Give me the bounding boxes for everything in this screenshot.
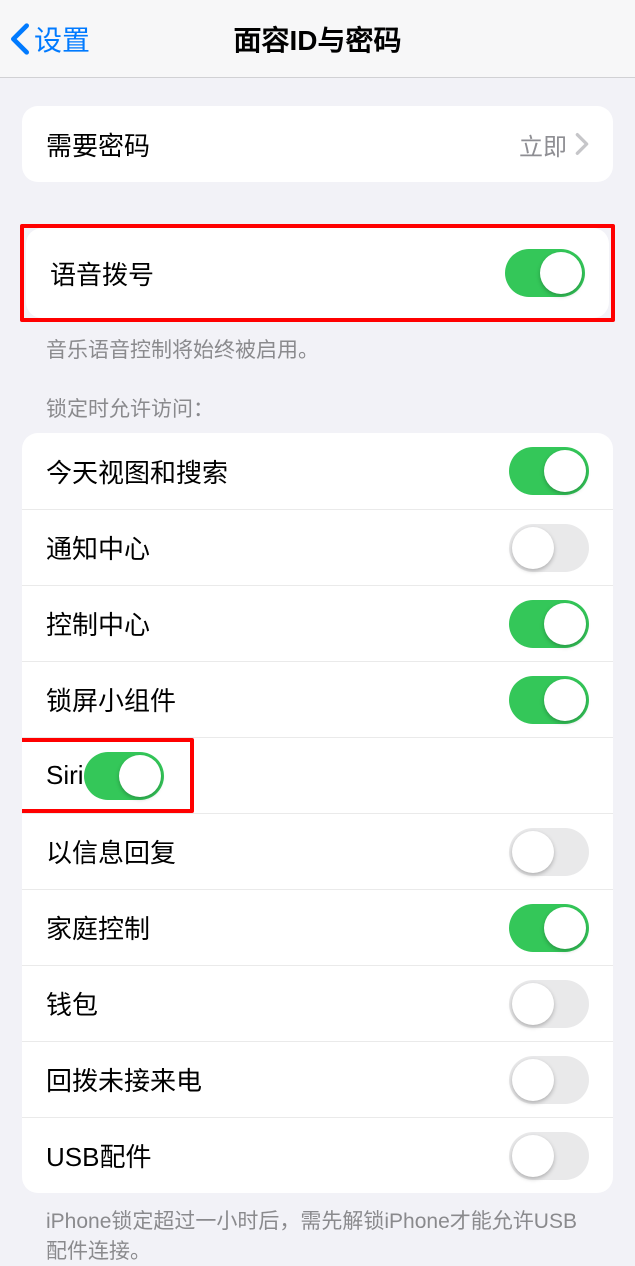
chevron-right-icon: [575, 132, 589, 156]
lock-row: USB配件: [22, 1117, 613, 1193]
lock-row: 回拨未接来电: [22, 1041, 613, 1117]
lock-row: 钱包: [22, 965, 613, 1041]
voice-dial-row: 语音拨号: [26, 228, 609, 318]
row-label: USB配件: [46, 1137, 509, 1174]
row-switch[interactable]: [509, 676, 589, 724]
lock-row: Siri: [22, 737, 613, 813]
row-label: 今天视图和搜索: [46, 453, 509, 490]
row-value: 立即: [519, 127, 567, 162]
row-switch[interactable]: [509, 1056, 589, 1104]
back-button[interactable]: 设置: [10, 0, 90, 77]
voice-dial-switch[interactable]: [505, 249, 585, 297]
row-label: 家庭控制: [46, 909, 509, 946]
row-label: 回拨未接来电: [46, 1061, 509, 1098]
row-label: 锁屏小组件: [46, 681, 509, 718]
back-label: 设置: [34, 19, 90, 59]
voice-dial-highlight: 语音拨号: [20, 224, 615, 322]
voice-dial-group: 语音拨号: [26, 228, 609, 318]
row-label: 语音拨号: [50, 255, 505, 292]
lock-access-group: 今天视图和搜索通知中心控制中心锁屏小组件 Siri 以信息回复家庭控制钱包回拨未接来…: [22, 433, 613, 1193]
row-switch[interactable]: [509, 980, 589, 1028]
row-switch[interactable]: [509, 447, 589, 495]
lock-row: 家庭控制: [22, 889, 613, 965]
lock-row: 今天视图和搜索: [22, 433, 613, 509]
lock-access-footer: iPhone锁定超过一小时后，需先解锁iPhone才能允许USB配件连接。: [46, 1207, 595, 1266]
require-passcode-group: 需要密码 立即: [22, 106, 613, 182]
row-label: 需要密码: [46, 126, 519, 163]
navigation-bar: 设置 面容ID与密码: [0, 0, 635, 78]
row-label: 通知中心: [46, 529, 509, 566]
row-switch[interactable]: [509, 904, 589, 952]
lock-row: 锁屏小组件: [22, 661, 613, 737]
lock-row: 以信息回复: [22, 813, 613, 889]
lock-access-header: 锁定时允许访问：: [46, 393, 595, 423]
chevron-left-icon: [10, 22, 30, 56]
siri-highlight: Siri: [22, 738, 194, 813]
page-title: 面容ID与密码: [233, 19, 401, 59]
row-switch[interactable]: [509, 1132, 589, 1180]
siri-switch[interactable]: [84, 752, 164, 800]
require-passcode-row[interactable]: 需要密码 立即: [22, 106, 613, 182]
row-switch[interactable]: [509, 828, 589, 876]
row-switch[interactable]: [509, 600, 589, 648]
lock-row: 控制中心: [22, 585, 613, 661]
row-switch[interactable]: [509, 524, 589, 572]
voice-dial-footer: 音乐语音控制将始终被启用。: [46, 336, 595, 365]
row-label: 以信息回复: [46, 833, 509, 870]
lock-row: 通知中心: [22, 509, 613, 585]
row-label: 控制中心: [46, 605, 509, 642]
row-label: 钱包: [46, 985, 509, 1022]
row-label: Siri: [46, 760, 84, 791]
